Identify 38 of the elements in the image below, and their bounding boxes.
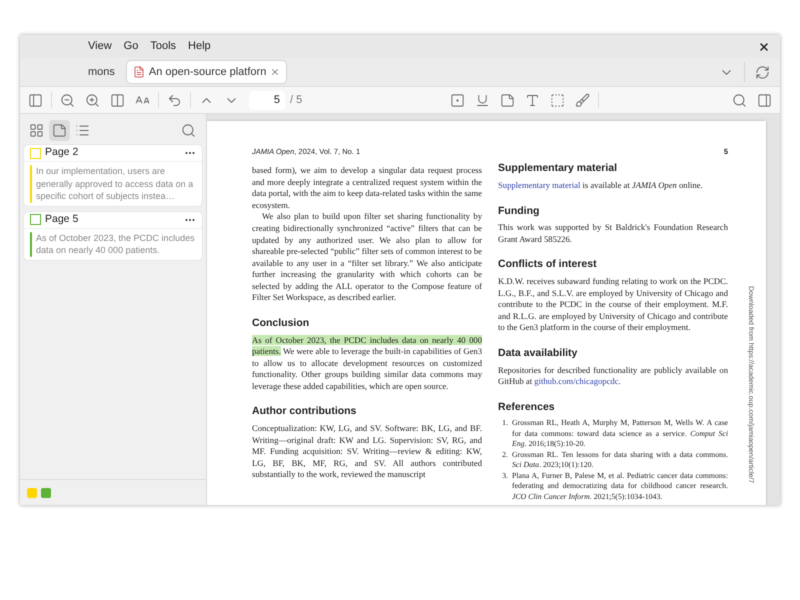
paragraph: Conceptualization: KW, LG, and SV. Software: BK, LG, and BF. Writing—original draft: KW and LG. Supervision: SV, RG, and MF. Funding acquisition: SV. Writing—review & editing: KW, LG, BF, BK, MF, RG, and SV. All authors contributed substantially to the work, reviewed the manuscript bbox=[252, 423, 482, 481]
document-tab[interactable]: An open-source platforn bbox=[126, 61, 286, 83]
note-icon bbox=[52, 123, 67, 138]
annotation-page: Page 5 bbox=[45, 212, 78, 227]
section-heading: Author contributions bbox=[252, 404, 358, 420]
annotation-card[interactable]: Page 5 As of October 2023, the PCDC includes data on nearly 40 000 patients. bbox=[24, 212, 202, 260]
annotation-card[interactable]: Page 2 In our implementation, users are generally approved to access data on a specific cohort of subjects instea… bbox=[24, 145, 202, 206]
annotation-page: Page 2 bbox=[45, 145, 78, 160]
link[interactable]: github.com/chicagopcdc. bbox=[534, 376, 621, 386]
paragraph: based form), we aim to develop a singular data request process and more deeply integrate a centralized request system within the data portal, with the aim to keep data-related tasks within the same ecosystem. bbox=[252, 165, 482, 212]
section-heading: Data availability bbox=[498, 346, 578, 361]
section-heading: Conflicts of interest bbox=[498, 257, 598, 272]
sidebar-view-tab[interactable] bbox=[49, 120, 70, 141]
menu-item[interactable]: Tools bbox=[150, 38, 176, 55]
close-icon[interactable] bbox=[758, 40, 770, 52]
section-heading: Supplementary material bbox=[498, 161, 618, 176]
link[interactable]: Supplementary material bbox=[498, 180, 580, 190]
document-icon bbox=[132, 66, 145, 78]
paragraph: Repositories for described functionality are publicly available on GitHub at github.com/chicagopcdc. bbox=[498, 364, 728, 388]
paragraph: This work was supported by St Baldrick's Foundation Research Grant Award 585226. bbox=[498, 222, 728, 246]
grid-icon bbox=[29, 123, 44, 138]
document-tab[interactable]: mons bbox=[82, 61, 121, 83]
color-filter-swatch[interactable] bbox=[27, 488, 37, 498]
section-heading: Conclusion bbox=[252, 316, 310, 331]
menu-item[interactable]: Help bbox=[188, 38, 211, 55]
paragraph: We also plan to build upon filter set sharing functionality by creating bidirectionally synchronized “active” filters that can be updated by any authorized user. We also plan to allow for shareable pre-selected “public” filter sets of common interest to be available to any user in a “filter set library.” We also anticipate further increasing the granularity with which cohorts can be selected by adding the ALL operator to the Compose feature of Filter Set Workspace, as described earlier. bbox=[252, 211, 482, 304]
menu-item[interactable]: View bbox=[88, 38, 112, 55]
annotation-text: As of October 2023, the PCDC includes data on nearly 40 000 patients. bbox=[36, 232, 196, 256]
color-filter-swatch[interactable] bbox=[41, 488, 51, 498]
page-count: / 5 bbox=[290, 92, 302, 108]
menu-item[interactable]: Go bbox=[124, 38, 138, 55]
paragraph: As of October 2023, the PCDC includes data on nearly 40 000 patients. We were able to leverage the built-in capabilities of Gen3 to allow us to allocate development resources on customized functionality. Other groups building similar data commons may leverage these added capabilities, which are open source. bbox=[252, 334, 482, 392]
section-heading: Funding bbox=[498, 204, 540, 219]
page-number-field[interactable]: 5 bbox=[249, 90, 285, 110]
paragraph: Supplementary material is available at JAMIA Open online. bbox=[498, 180, 704, 192]
annotation-text: In our implementation, users are generally approved to access data on a specific cohort of subjects instea… bbox=[36, 165, 194, 202]
paragraph: K.D.W. receives subaward funding relating to work on the PCDC. L.G., B.F., and S.L.V. are employed by University of Chicago and contribute to the PCDC in the course of their employment. M.F. and R.L.G. are employed by University of Chicago and contribute to the Gen3 platform in the course of their employment. bbox=[498, 276, 728, 334]
section-heading: References bbox=[498, 400, 556, 415]
